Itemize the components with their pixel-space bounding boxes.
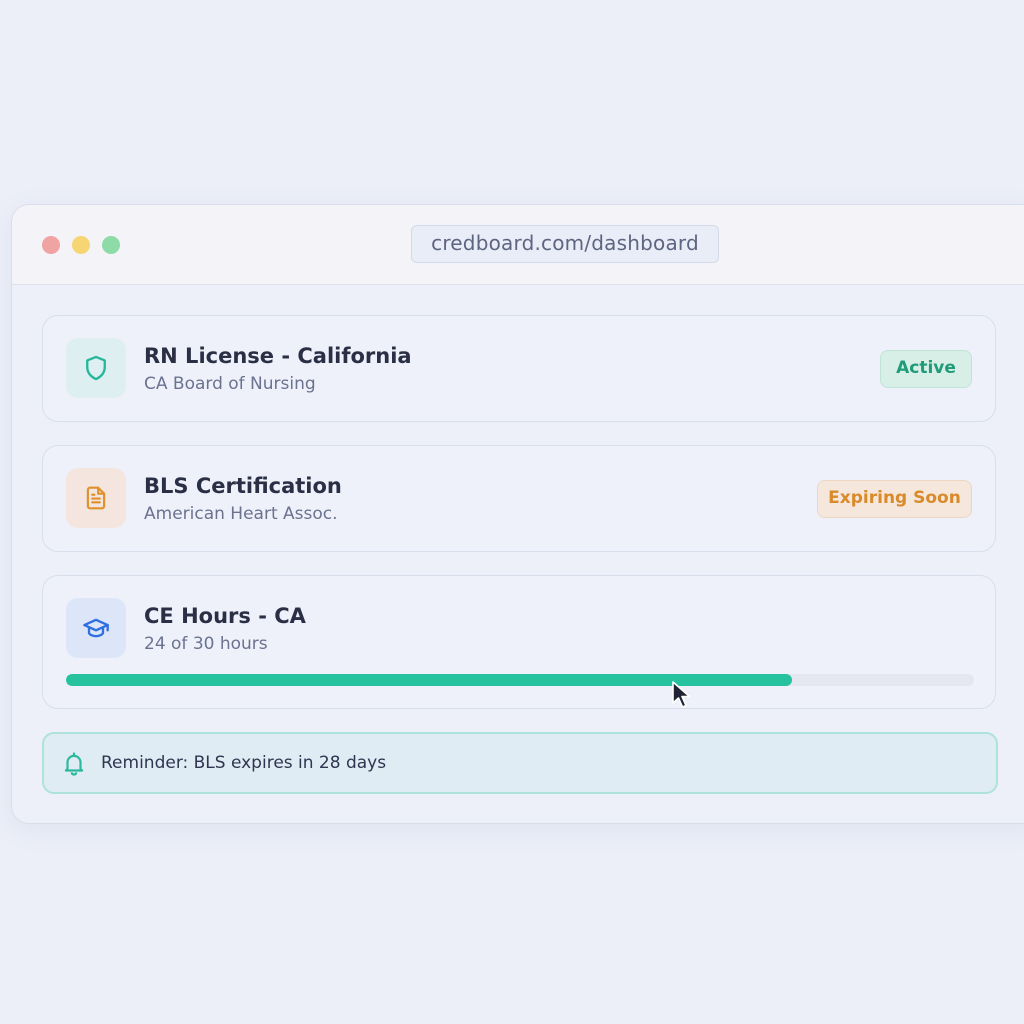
reminder-banner[interactable]: Reminder: BLS expires in 28 days: [42, 732, 998, 794]
credential-title: BLS Certification: [144, 474, 342, 498]
browser-window: credboard.com/dashboard RN License - Cal…: [11, 204, 1024, 824]
window-minimize-button[interactable]: [72, 236, 90, 254]
credential-issuer: CA Board of Nursing: [144, 374, 316, 394]
credential-title: CE Hours - CA: [144, 604, 306, 628]
credential-card-rn-license[interactable]: RN License - California CA Board of Nurs…: [42, 315, 996, 422]
graduation-cap-icon: [66, 598, 126, 658]
reminder-text: Reminder: BLS expires in 28 days: [101, 753, 387, 773]
ce-hours-progress-bar: [66, 674, 974, 686]
bell-icon: [64, 752, 84, 776]
window-close-button[interactable]: [42, 236, 60, 254]
status-badge: Active: [880, 350, 972, 388]
shield-icon: [66, 338, 126, 398]
status-badge: Expiring Soon: [817, 480, 972, 518]
browser-titlebar: credboard.com/dashboard: [12, 205, 1024, 285]
window-maximize-button[interactable]: [102, 236, 120, 254]
mouse-cursor-icon: [672, 681, 691, 708]
address-bar[interactable]: credboard.com/dashboard: [411, 225, 719, 263]
credential-title: RN License - California: [144, 344, 412, 368]
credential-card-bls[interactable]: BLS Certification American Heart Assoc. …: [42, 445, 996, 552]
credential-card-ce-hours[interactable]: CE Hours - CA 24 of 30 hours: [42, 575, 996, 709]
credential-issuer: American Heart Assoc.: [144, 504, 338, 524]
ce-hours-progress-text: 24 of 30 hours: [144, 634, 268, 654]
document-icon: [66, 468, 126, 528]
